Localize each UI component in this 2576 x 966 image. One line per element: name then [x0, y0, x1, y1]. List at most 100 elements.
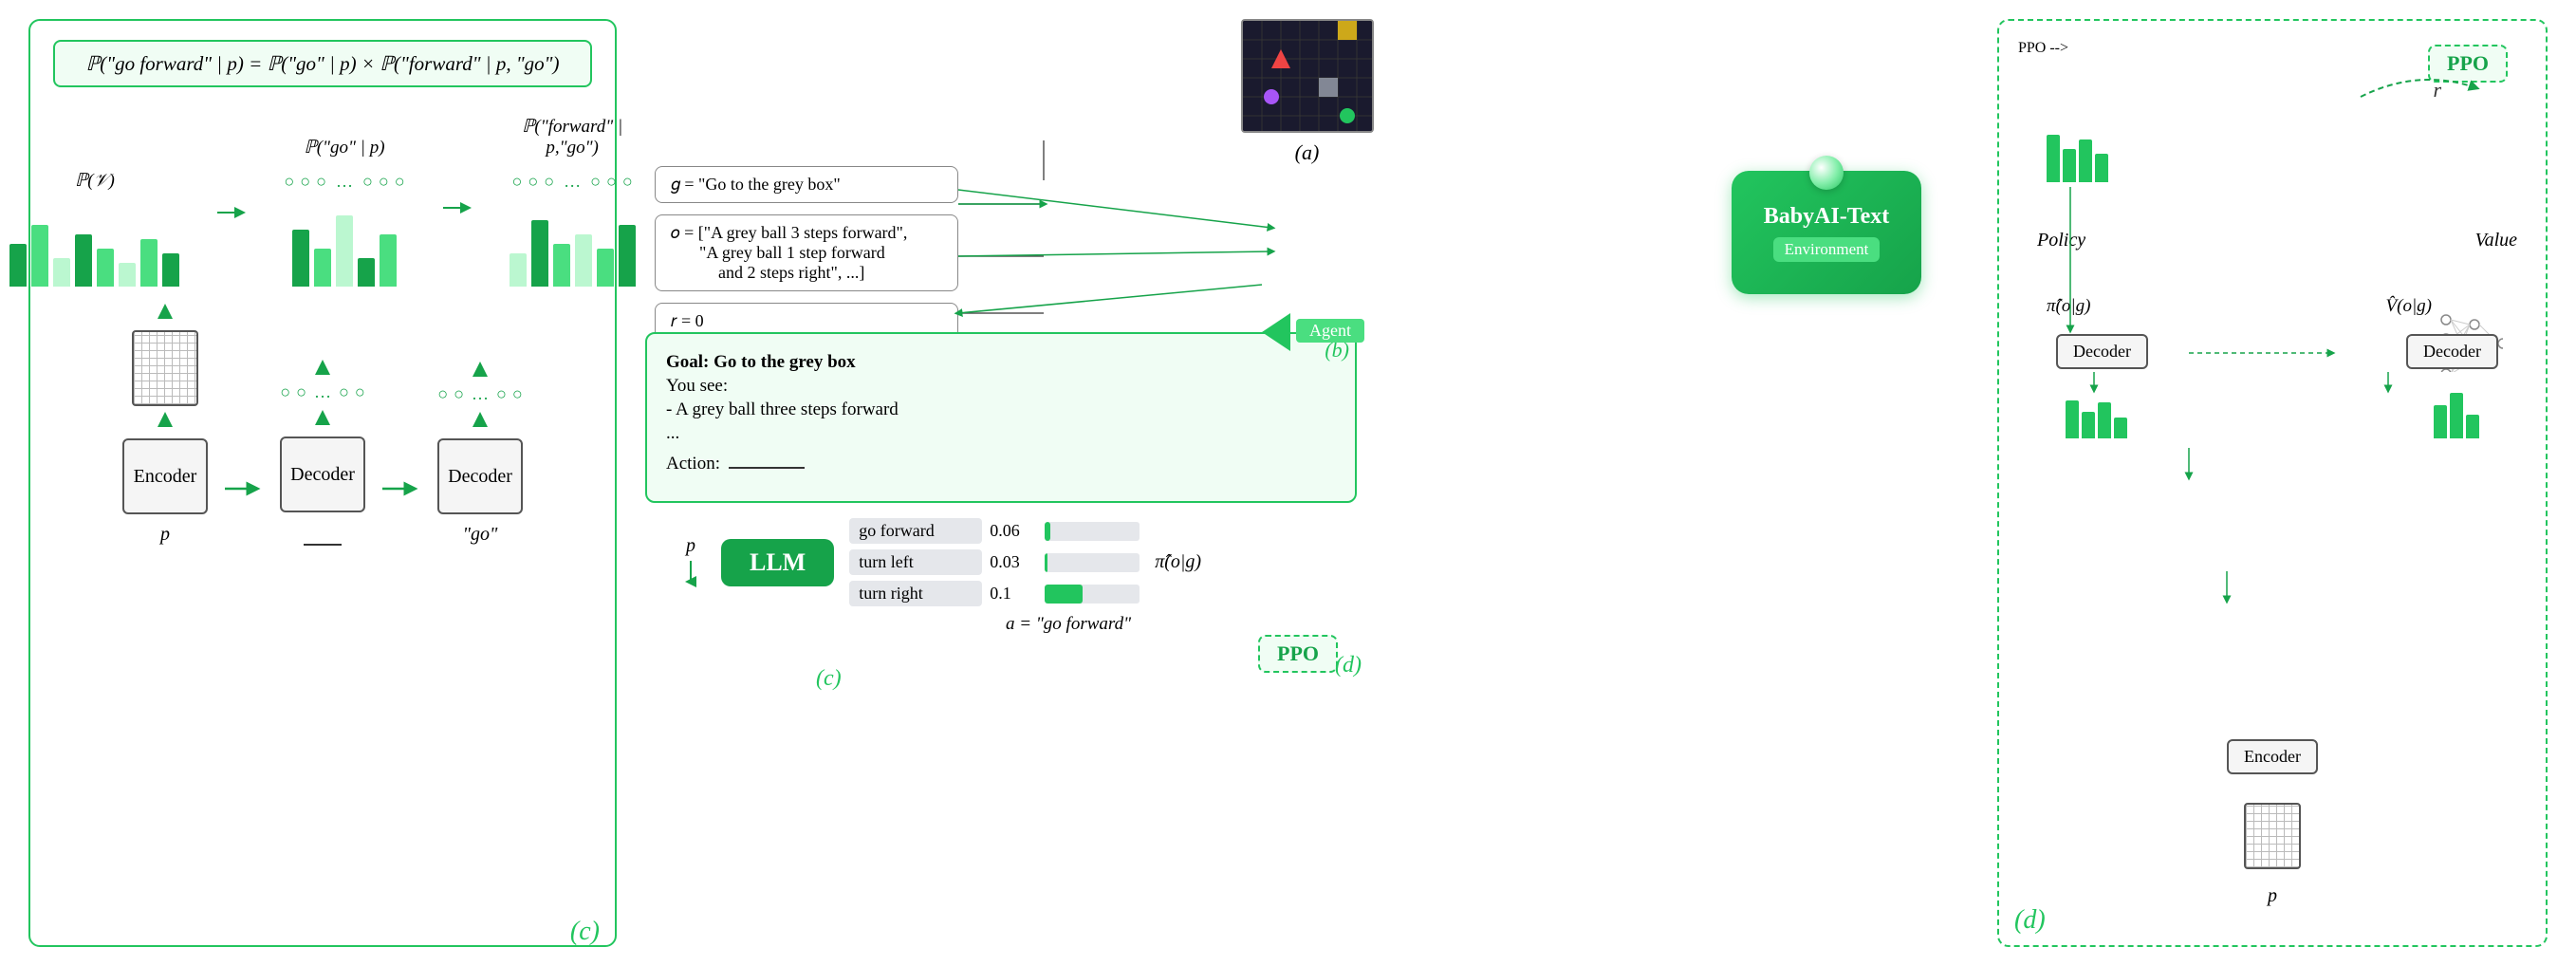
g-text: 𝑔 = "Go to the grey box" [671, 175, 841, 194]
v-hat-right: V̂(o|g) [2386, 296, 2432, 317]
decoder-value-box: Decoder [2406, 334, 2498, 369]
o-text-line2: "A grey ball 1 step forward [671, 243, 942, 263]
decoder2-label: Decoder [448, 466, 512, 488]
sb-r-1 [2434, 405, 2447, 438]
action-line: Action: [666, 454, 1336, 474]
middle-section: (a) BabyAI-Text Environment 𝑔 = "Go to t… [636, 19, 1978, 947]
sb-l-1 [2066, 400, 2079, 438]
grid-block-right [2244, 803, 2301, 869]
actions-list: go forward 0.06 turn left 0.03 [849, 518, 1140, 606]
pi-bar-1 [2047, 135, 2060, 182]
pv-bar-1 [9, 244, 27, 287]
pf-bar-3 [553, 244, 570, 287]
decoder1-bottom-arrow [315, 410, 330, 425]
encoder-right: Encoder [2227, 739, 2318, 774]
game-grid [1243, 21, 1372, 131]
ppo-box-middle: PPO [1258, 635, 1338, 673]
pforward-chart: ℙ("forward" | p,"go") ○○○ … ○○○ [510, 116, 636, 287]
encoder-arrow-up [158, 304, 173, 319]
pi-bar-2 [2063, 149, 2076, 182]
pi-bar-3 [2079, 139, 2092, 182]
agent-arrow [1262, 313, 1290, 351]
panel-left: ℙ("go forward" | p) = ℙ("go" | p) × ℙ("f… [28, 19, 617, 947]
babyai-env-badge: Environment [1773, 237, 1881, 262]
agent-outer: Agent Goal: Go to the grey box You see: … [645, 332, 1357, 635]
action-bar-1 [1045, 553, 1140, 572]
encoder-bottom-arrow [158, 412, 173, 427]
pgo-bar-1 [292, 230, 309, 287]
small-bars-left-right [2066, 391, 2127, 438]
pi-hat-text-right: π̂(o|g) [2047, 296, 2090, 316]
action-row-2: turn right 0.1 [849, 581, 1140, 606]
pi-hat-middle: π̂(o|g) [1155, 551, 1201, 573]
decoder-value-right: Decoder [2406, 334, 2498, 369]
p-label-left: p [160, 524, 170, 546]
label-d-middle: (d) [1335, 653, 1362, 678]
decoder2-arrow-up [473, 362, 488, 377]
r-ppo-arrow [2332, 59, 2522, 116]
pgo-bar-5 [380, 234, 397, 287]
formula-text: ℙ("go forward" | p) = ℙ("go" | p) × ℙ("f… [86, 52, 560, 75]
pgo-label: ℙ("go" | p) [304, 137, 384, 158]
formula-box: ℙ("go forward" | p) = ℙ("go" | p) × ℙ("f… [53, 40, 592, 87]
pforward-bars [510, 201, 636, 287]
action-prob-0: 0.06 [990, 521, 1037, 541]
agent-line-1: Goal: Go to the grey box [666, 352, 1336, 373]
babyai-box: BabyAI-Text Environment [1732, 171, 1921, 294]
pv-bar-7 [140, 239, 158, 287]
action-bar-fill-1 [1045, 553, 1047, 572]
connector-arrow-right [217, 205, 246, 220]
action-bar-2 [1045, 585, 1140, 604]
pi-bar-4 [2095, 154, 2108, 182]
dec2-dots: ○○ … ○○ [437, 384, 523, 404]
pv-chart: ℙ(𝒱) [9, 170, 179, 287]
action-row-1: turn left 0.03 [849, 549, 1140, 575]
decoder2-box: Decoder [437, 438, 523, 514]
value-label-right: Value [2475, 230, 2517, 251]
pv-bar-8 [162, 253, 179, 287]
pgo-bar-2 [314, 249, 331, 287]
game-image [1241, 19, 1374, 133]
decoder2-bottom-arrow [473, 412, 488, 427]
agent-tag: Agent [1296, 319, 1364, 343]
action-bar-0 [1045, 522, 1140, 541]
decoder-policy-right: Decoder [2056, 334, 2148, 369]
label-a: (a) [1295, 140, 1320, 165]
info-boxes: 𝑔 = "Go to the grey box" 𝑜 = ["A grey ba… [655, 166, 958, 340]
pi-hat-right: π̂(o|g) [2047, 296, 2090, 317]
pf-bar-2 [531, 220, 548, 287]
action-prob-2: 0.1 [990, 584, 1037, 604]
agent-line-2: You see: [666, 376, 1336, 397]
decoder1-arrow-up [315, 360, 330, 375]
panel-right-label: (d) [2014, 905, 2046, 936]
panel-left-label: (c) [570, 917, 600, 947]
encoder-box: Encoder [122, 438, 208, 514]
encoder-right-text: Encoder [2244, 747, 2301, 766]
decoder1-box: Decoder [280, 437, 365, 512]
encoder-grid [132, 330, 198, 406]
r-text: 𝑟 = 0 [671, 311, 704, 330]
babyai-title: BabyAI-Text [1764, 203, 1889, 231]
o-text-line1: 𝑜 = ["A grey ball 3 steps forward", [671, 223, 942, 243]
g-box: 𝑔 = "Go to the grey box" [655, 166, 958, 203]
p-label-right: p [2268, 885, 2277, 907]
go-dots: ○○○ … ○○○ [284, 172, 404, 192]
dec1-dots: ○○ … ○○ [280, 382, 365, 402]
bar-charts-row: ℙ(𝒱) ℙ("go" [53, 116, 592, 287]
pi-bars-right [2047, 125, 2108, 182]
pv-bar-3 [53, 258, 70, 287]
agent-line-3: - A grey ball three steps forward [666, 399, 1336, 420]
pv-bar-4 [75, 234, 92, 287]
policy-label-right: Policy [2037, 230, 2085, 251]
pforward-label: ℙ("forward" | p,"go") [510, 116, 636, 158]
encoder-label: Encoder [134, 466, 197, 488]
babyai-sphere [1809, 156, 1844, 190]
action-bar-fill-0 [1045, 522, 1050, 541]
pv-bar-6 [119, 263, 136, 287]
grid-right [2244, 803, 2301, 869]
action-row-0: go forward 0.06 [849, 518, 1140, 544]
mid-relative: (a) BabyAI-Text Environment 𝑔 = "Go to t… [636, 19, 1978, 947]
sb-l-2 [2082, 412, 2095, 438]
llm-label: LLM [750, 548, 806, 576]
agent-box: Goal: Go to the grey box You see: - A gr… [645, 332, 1357, 503]
